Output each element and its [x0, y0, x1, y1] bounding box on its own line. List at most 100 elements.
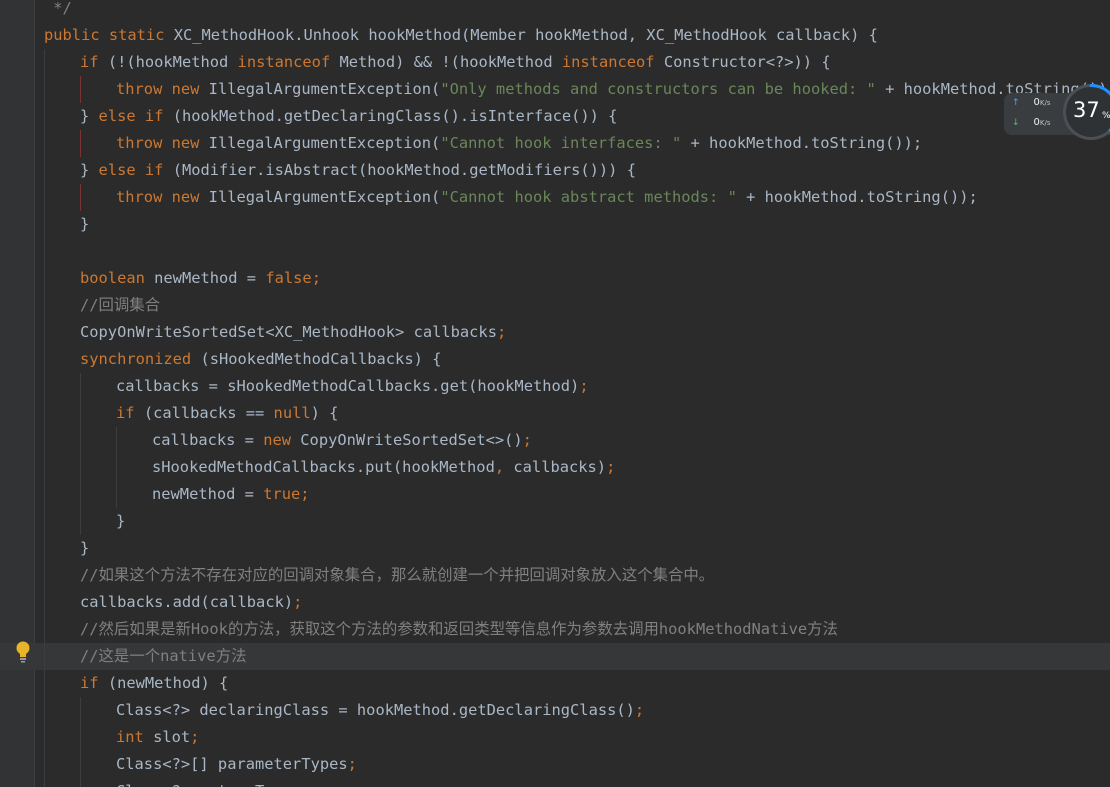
indent-guide	[80, 454, 116, 481]
code-token: newMethod =	[152, 485, 264, 503]
code-token: (!(hookMethod	[107, 53, 238, 71]
indent-guide	[44, 49, 80, 76]
code-line[interactable]: throw new IllegalArgumentException("Cann…	[44, 184, 1110, 211]
lightbulb-icon[interactable]	[14, 640, 32, 664]
code-token: callbacks = sHookedMethodCallbacks.get(h…	[116, 377, 580, 395]
indent-guide	[80, 697, 116, 724]
indent-guide	[44, 76, 80, 103]
code-token: ;	[634, 701, 645, 719]
code-token: ;	[300, 485, 310, 503]
code-token: + hookMethod.toString());	[736, 188, 978, 206]
indent-guide	[116, 481, 152, 508]
code-line[interactable]: if (!(hookMethod instanceof Method) && !…	[44, 49, 1110, 76]
indent-guide	[44, 481, 80, 508]
code-token: else if	[98, 161, 173, 179]
arrow-up-icon: ↑	[1012, 97, 1020, 108]
code-token: boolean	[80, 269, 155, 287]
indent-guide	[80, 751, 116, 778]
code-token: if	[116, 404, 144, 422]
code-token: }	[80, 215, 90, 233]
code-token: Method) && !(hookMethod	[339, 53, 562, 71]
indent-guide	[44, 265, 80, 292]
code-token: instanceof	[561, 53, 664, 71]
indent-guide	[44, 427, 80, 454]
indent-guide	[44, 346, 80, 373]
code-line[interactable]: */	[44, 0, 1110, 22]
code-line[interactable]: throw new IllegalArgumentException("Only…	[44, 76, 1110, 103]
code-line[interactable]: callbacks.add(callback);	[44, 589, 1110, 616]
upload-unit: K/s	[1039, 99, 1051, 107]
code-line[interactable]: boolean newMethod = false;	[44, 265, 1110, 292]
code-line[interactable]: newMethod = true;	[44, 481, 1110, 508]
code-line[interactable]: Class<?> declaringClass = hookMethod.get…	[44, 697, 1110, 724]
code-line[interactable]: //这是一个native方法	[0, 643, 1110, 670]
usage-percent-unit: %	[1102, 111, 1110, 121]
code-line[interactable]: if (newMethod) {	[44, 670, 1110, 697]
code-line[interactable]: //如果这个方法不存在对应的回调对象集合，那么就创建一个并把回调对象放入这个集合…	[44, 562, 1110, 589]
code-token: else if	[98, 107, 173, 125]
code-line[interactable]: }	[44, 535, 1110, 562]
indent-guide	[44, 373, 80, 400]
code-token: (callbacks ==	[143, 404, 274, 422]
code-line[interactable]: }	[44, 508, 1110, 535]
indent-guide	[44, 697, 80, 724]
indent-guide	[80, 508, 116, 535]
code-line[interactable]: //回调集合	[44, 292, 1110, 319]
code-line[interactable]: } else if (Modifier.isAbstract(hookMetho…	[44, 157, 1110, 184]
code-token: (sHookedMethodCallbacks) {	[200, 350, 442, 368]
code-line[interactable]: public static XC_MethodHook.Unhook hookM…	[44, 22, 1110, 49]
code-token: ;	[522, 431, 532, 449]
arrow-down-icon: ↓	[1012, 117, 1020, 128]
code-line[interactable]: Class<?>[] parameterTypes;	[44, 751, 1110, 778]
indent-guide	[44, 724, 80, 751]
code-line[interactable]: synchronized (sHookedMethodCallbacks) {	[44, 346, 1110, 373]
code-line[interactable]: throw new IllegalArgumentException("Cann…	[44, 130, 1110, 157]
code-token: */	[44, 0, 72, 17]
indent-guide	[80, 76, 116, 103]
code-line[interactable]: }	[44, 211, 1110, 238]
code-token: ;	[190, 728, 200, 746]
code-token: "Cannot hook interfaces: "	[440, 134, 682, 152]
code-line[interactable]: int slot;	[44, 724, 1110, 751]
code-token: "Cannot hook abstract methods: "	[440, 188, 737, 206]
code-token: ;	[293, 593, 303, 611]
code-line[interactable]: } else if (hookMethod.getDeclaringClass(…	[44, 103, 1110, 130]
code-line[interactable]: if (callbacks == null) {	[44, 400, 1110, 427]
code-line[interactable]: //然后如果是新Hook的方法，获取这个方法的参数和返回类型等信息作为参数去调用…	[44, 616, 1110, 643]
indent-guide	[44, 292, 80, 319]
code-token: ;	[347, 755, 357, 773]
indent-guide	[116, 454, 152, 481]
code-token: CopyOnWriteSortedSet<XC_MethodHook> call…	[80, 323, 497, 341]
indent-guide	[44, 238, 80, 265]
indent-guide	[44, 157, 80, 184]
code-token: ) {	[310, 404, 339, 422]
code-token: IllegalArgumentException(	[208, 80, 441, 98]
code-token: throw new	[116, 80, 209, 98]
code-line[interactable]: sHookedMethodCallbacks.put(hookMethod, c…	[44, 454, 1110, 481]
code-token: }	[80, 539, 90, 557]
code-line[interactable]: callbacks = sHookedMethodCallbacks.get(h…	[44, 373, 1110, 400]
code-line[interactable]: callbacks = new CopyOnWriteSortedSet<>()…	[44, 427, 1110, 454]
code-line[interactable]: Class<?> returnType;	[44, 778, 1110, 787]
download-unit: K/s	[1039, 119, 1051, 127]
usage-percent-value: 37	[1073, 98, 1100, 122]
code-token: ;	[579, 377, 589, 395]
code-token: throw new	[116, 134, 209, 152]
indent-guide	[44, 643, 80, 670]
indent-guide	[44, 103, 80, 130]
indent-guide	[80, 184, 116, 211]
code-token: XC_MethodHook.Unhook hookMethod(Member h…	[173, 26, 878, 44]
indent-guide	[44, 751, 80, 778]
indent-guide	[44, 562, 80, 589]
code-area[interactable]: */ public static XC_MethodHook.Unhook hoo…	[0, 0, 1110, 787]
code-line[interactable]: CopyOnWriteSortedSet<XC_MethodHook> call…	[44, 319, 1110, 346]
indent-guide	[44, 454, 80, 481]
code-token: IllegalArgumentException(	[208, 134, 441, 152]
indent-guide	[80, 130, 116, 157]
code-token: }	[80, 161, 99, 179]
code-editor[interactable]: */ public static XC_MethodHook.Unhook hoo…	[0, 0, 1110, 787]
code-token: ,	[494, 458, 514, 476]
code-token: IllegalArgumentException(	[208, 188, 441, 206]
indent-guide	[80, 400, 116, 427]
code-line[interactable]	[44, 238, 1110, 265]
